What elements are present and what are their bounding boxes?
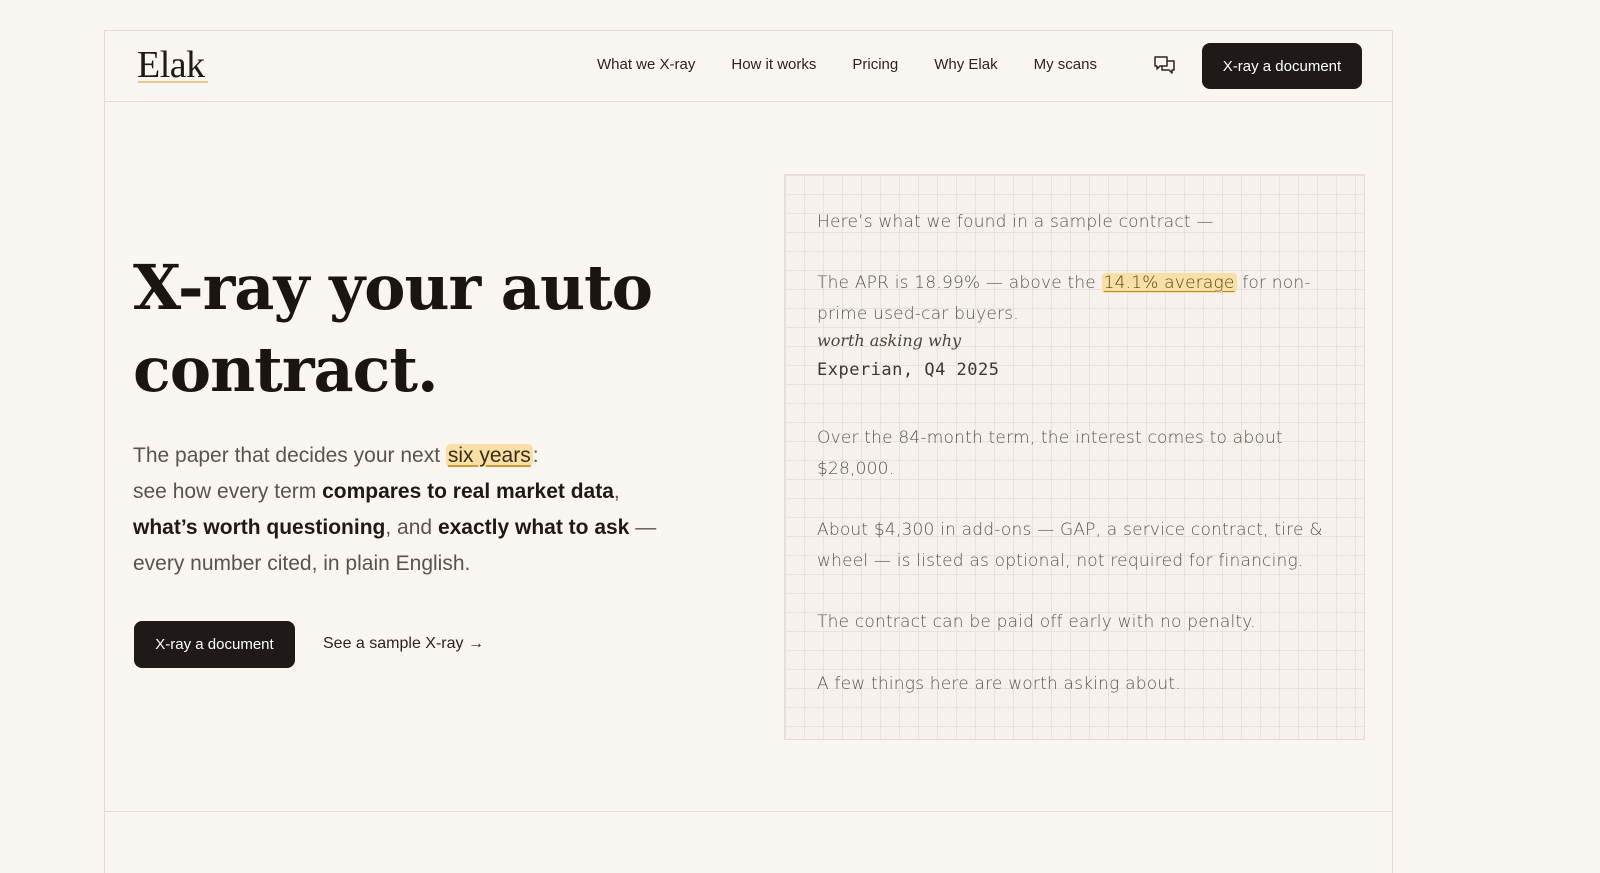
hero-subtitle: The paper that decides your next six yea…	[133, 438, 693, 582]
header-divider	[104, 101, 1393, 102]
nav-pricing[interactable]: Pricing	[852, 55, 898, 75]
logo-underline	[138, 81, 208, 83]
card-payoff: The contract can be paid off early with …	[817, 612, 1256, 632]
sub-bold: what’s worth questioning	[133, 516, 386, 539]
sub-text: :	[532, 444, 539, 467]
sub-bold: exactly what to ask	[437, 516, 630, 539]
site-header: Elak What we X-ray How it works Pricing …	[105, 31, 1392, 101]
logo[interactable]: Elak	[137, 45, 205, 85]
apr-text: The APR is 18.99% — above the	[817, 273, 1102, 293]
card-intro: Here’s what we found in a sample contrac…	[817, 212, 1214, 232]
sub-text: —	[629, 516, 657, 539]
hero-xray-button[interactable]: X-ray a document	[134, 621, 295, 668]
section-divider	[104, 811, 1393, 812]
sub-text: see how every term	[133, 480, 323, 503]
source-citation: Experian, Q4 2025	[817, 360, 1000, 380]
card-apr: The APR is 18.99% — above the 14.1% aver…	[817, 268, 1337, 330]
sub-text: every number cited, in plain English.	[133, 552, 471, 575]
sample-xray-link[interactable]: See a sample X-ray →	[323, 635, 484, 653]
nav-what-we-xray[interactable]: What we X-ray	[597, 55, 695, 75]
main-nav: What we X-ray How it works Pricing Why E…	[597, 55, 1133, 75]
nav-my-scans[interactable]: My scans	[1034, 55, 1097, 75]
frame-right-line	[1392, 30, 1393, 873]
nav-how-it-works[interactable]: How it works	[731, 55, 816, 75]
card-addons: About $4,300 in add-ons — GAP, a service…	[817, 520, 1323, 571]
hero-title-line1: X-ray your auto	[133, 251, 653, 324]
card-closing: A few things here are worth asking about…	[817, 674, 1181, 694]
sub-bold: compares to real market data	[322, 480, 614, 503]
sub-text: , and	[385, 516, 438, 539]
hero-title: X-ray your auto contract.	[133, 247, 713, 411]
sample-findings-card: Here’s what we found in a sample contrac…	[784, 174, 1365, 740]
nav-why-elak[interactable]: Why Elak	[934, 55, 997, 75]
frame-left-line	[104, 30, 105, 873]
sub-text: The paper that decides your next	[133, 444, 446, 467]
hero-title-line2: contract.	[133, 333, 439, 406]
sub-text: ,	[613, 480, 620, 503]
average-highlight: 14.1% average	[1101, 273, 1237, 293]
handwritten-note: worth asking why	[817, 331, 962, 350]
chat-bubbles-icon[interactable]	[1152, 53, 1178, 79]
six-years-highlight: six years	[445, 444, 533, 467]
card-interest: Over the 84-month term, the interest com…	[817, 428, 1283, 479]
header-xray-button[interactable]: X-ray a document	[1202, 43, 1362, 89]
